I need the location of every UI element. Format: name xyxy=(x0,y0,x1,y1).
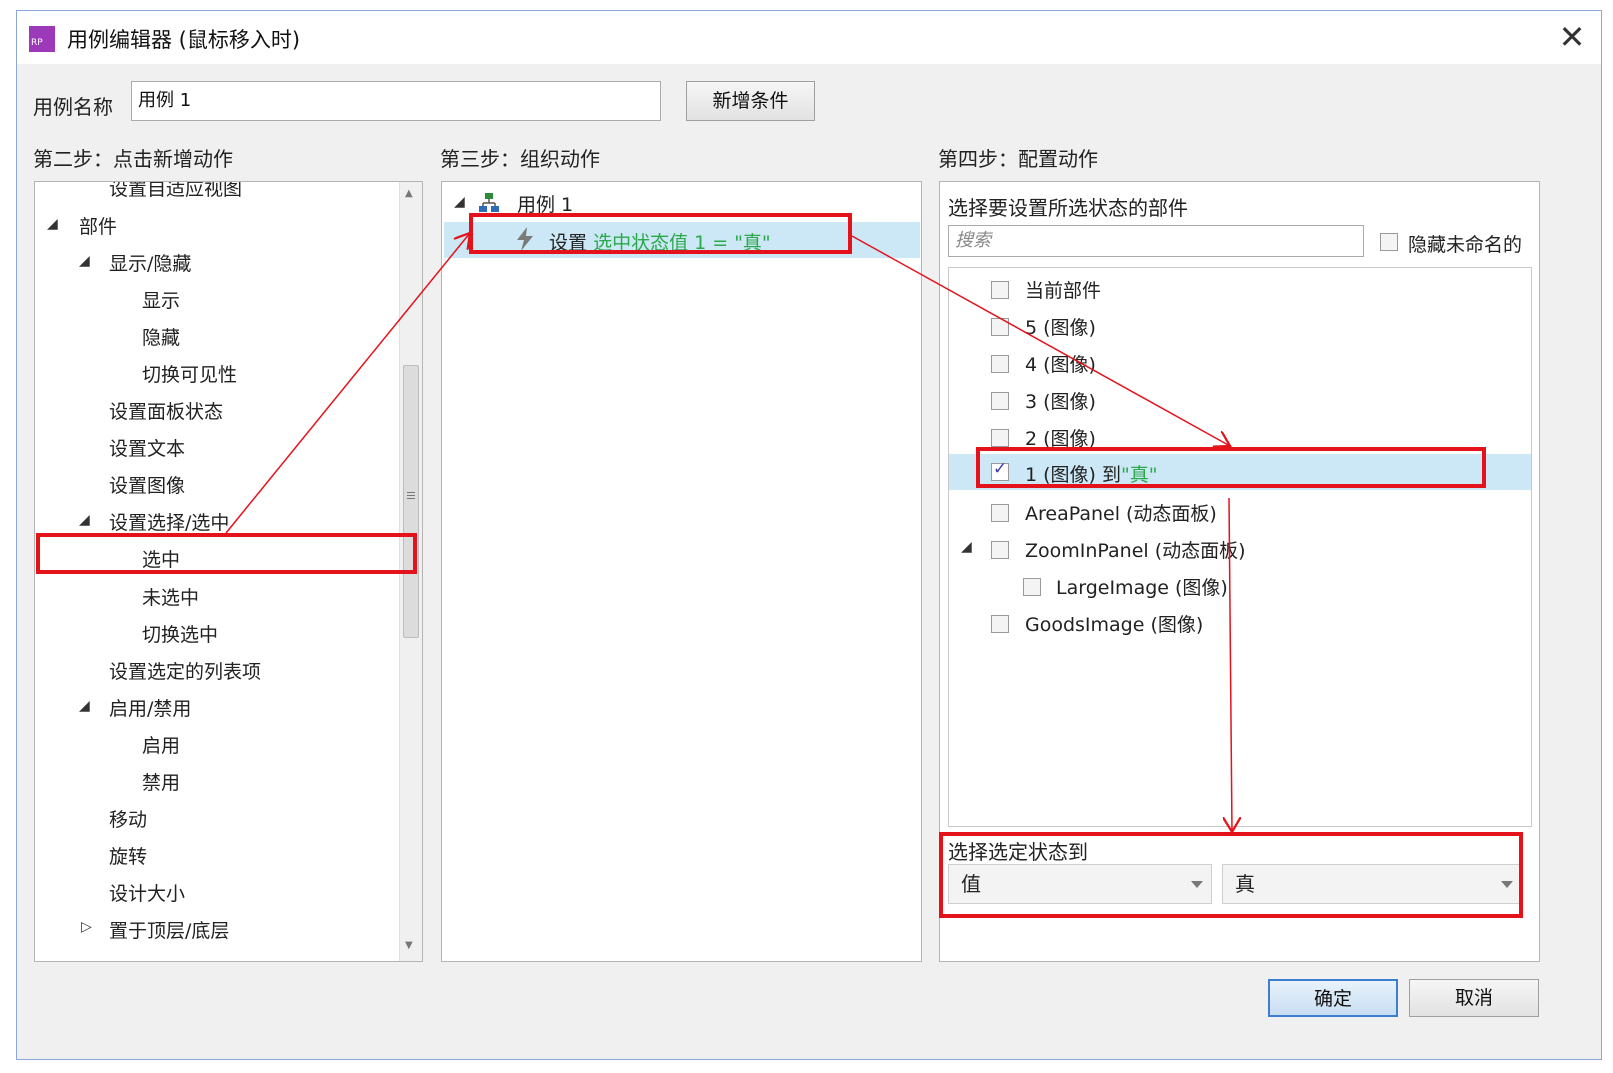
arrow-to-state xyxy=(1229,497,1232,832)
annotation-arrows xyxy=(225,0,1613,1073)
arrow-to-widget xyxy=(851,235,1230,446)
arrow-to-action xyxy=(225,233,470,534)
